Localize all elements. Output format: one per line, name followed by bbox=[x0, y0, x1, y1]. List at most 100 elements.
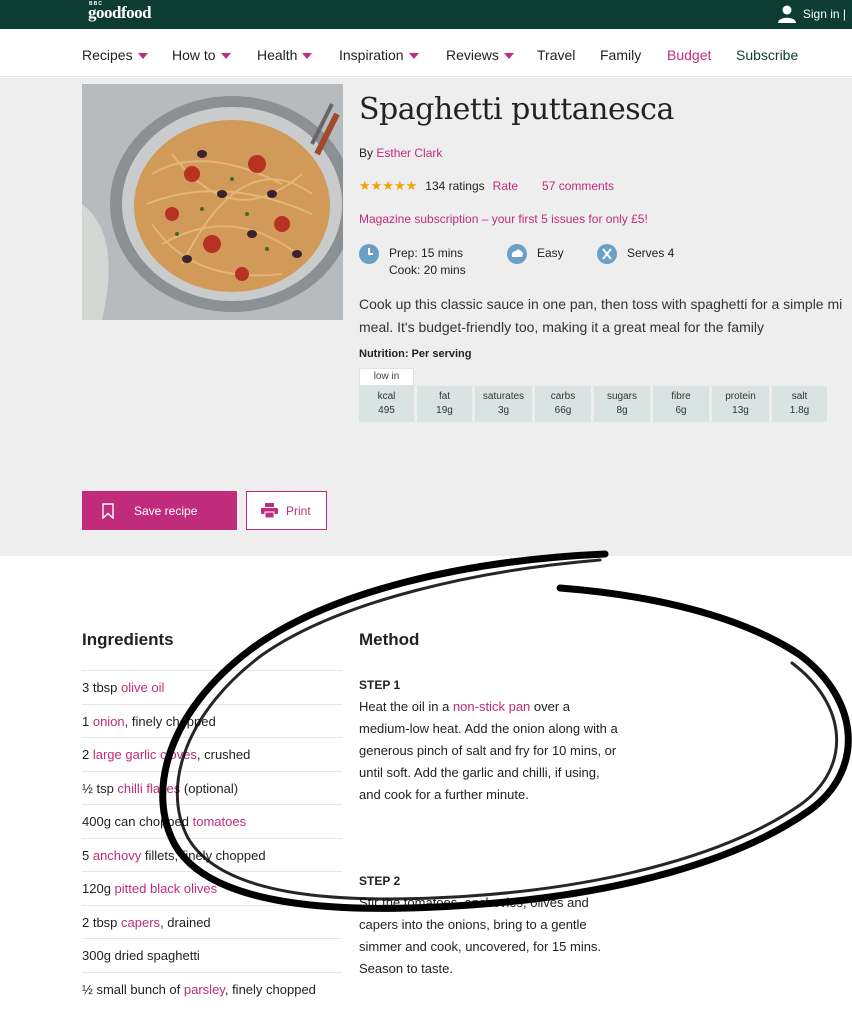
cutlery-icon bbox=[597, 244, 617, 264]
author-link[interactable]: Esther Clark bbox=[376, 146, 442, 160]
description-line: meal. It's budget-friendly too, making i… bbox=[359, 319, 764, 335]
nutrition-cell: salt 1.8g bbox=[772, 386, 827, 422]
ingredient-link[interactable]: parsley bbox=[184, 982, 225, 997]
comments-link[interactable]: 57 comments bbox=[542, 179, 614, 193]
magazine-promo-link[interactable]: Magazine subscription – your first 5 iss… bbox=[359, 212, 648, 226]
top-bar: BBC goodfood Sign in | bbox=[0, 0, 852, 29]
nav-travel[interactable]: Travel bbox=[537, 47, 575, 63]
nutrition-value: 6g bbox=[675, 405, 687, 416]
byline: By Esther Clark bbox=[359, 146, 442, 160]
non-stick-pan-link[interactable]: non-stick pan bbox=[453, 699, 530, 714]
recipe-header: Spaghetti puttanesca By Esther Clark ★★★… bbox=[0, 78, 852, 556]
ingredient-item: 3 tbsp olive oil bbox=[82, 670, 342, 704]
print-button[interactable]: Print bbox=[246, 491, 327, 530]
step-label: STEP 2 bbox=[359, 874, 401, 888]
caret-down-icon bbox=[137, 52, 148, 59]
nutrition-value: 3g bbox=[497, 405, 510, 416]
ingredient-item: ½ tsp chilli flakes (optional) bbox=[82, 770, 342, 805]
ratings-count: 134 ratings bbox=[425, 179, 485, 193]
nav-subscribe[interactable]: Subscribe bbox=[736, 47, 798, 63]
nutrition-cell: fibre 6g bbox=[653, 386, 709, 422]
nutrition-value: 66g bbox=[554, 405, 572, 416]
nav-label: Travel bbox=[537, 47, 576, 63]
ingredient-link[interactable]: capers bbox=[121, 915, 160, 930]
sign-in-label: Sign in | bbox=[802, 7, 846, 21]
ingredient-link[interactable]: olive oil bbox=[121, 680, 164, 695]
nav-budget[interactable]: Budget bbox=[667, 47, 711, 63]
save-recipe-button[interactable]: Save recipe bbox=[82, 491, 237, 530]
ingredient-item: 300g dried spaghetti bbox=[82, 938, 342, 972]
ingredient-link[interactable]: onion bbox=[93, 714, 125, 729]
nutrition-label: salt bbox=[791, 391, 808, 402]
nav-recipes[interactable]: Recipes bbox=[82, 47, 148, 63]
goodfood-logo[interactable]: BBC goodfood bbox=[88, 1, 152, 23]
main-nav: Recipes How to Health Inspiration Review… bbox=[0, 29, 852, 77]
nutrition-cell: protein 13g bbox=[712, 386, 769, 422]
ingredient-link[interactable]: pitted black olives bbox=[115, 881, 218, 896]
ingredient-link[interactable]: tomatoes bbox=[193, 814, 246, 829]
chef-hat-icon bbox=[507, 244, 527, 264]
user-icon bbox=[777, 5, 796, 23]
recipe-photo bbox=[82, 84, 343, 320]
time-info: Prep: 15 mins Cook: 20 mins bbox=[359, 244, 466, 279]
printer-icon bbox=[261, 503, 278, 518]
nutrition-label: saturates bbox=[482, 391, 525, 402]
print-label: Print bbox=[286, 503, 311, 518]
low-in-label: low in bbox=[359, 368, 414, 386]
difficulty: Easy bbox=[537, 246, 564, 260]
nav-reviews[interactable]: Reviews bbox=[446, 47, 514, 63]
ingredients-title: Ingredients bbox=[82, 630, 174, 649]
bookmark-icon bbox=[102, 502, 114, 519]
sign-in-link[interactable]: Sign in | bbox=[777, 5, 846, 23]
ingredient-item: 2 tbsp capers, drained bbox=[82, 904, 342, 939]
nav-label: Inspiration bbox=[339, 47, 404, 63]
rate-link[interactable]: Rate bbox=[493, 179, 518, 193]
step-label: STEP 1 bbox=[359, 678, 401, 692]
caret-down-icon bbox=[503, 52, 514, 59]
nav-inspiration[interactable]: Inspiration bbox=[339, 47, 419, 63]
nutrition-label: sugars bbox=[606, 391, 637, 402]
ingredient-link[interactable]: anchovy bbox=[93, 848, 141, 863]
nutrition-label: kcal bbox=[377, 391, 396, 402]
nav-label: Subscribe bbox=[736, 47, 799, 63]
servings-info: Serves 4 bbox=[597, 244, 674, 264]
method-title: Method bbox=[359, 630, 420, 649]
description-line: Cook up this classic sauce in one pan, t… bbox=[359, 296, 843, 312]
ingredient-item: 400g can chopped tomatoes bbox=[82, 804, 342, 838]
ingredients-list: 3 tbsp olive oil 1 onion, finely chopped… bbox=[82, 670, 342, 1005]
bbc-label: BBC bbox=[89, 1, 103, 7]
servings: Serves 4 bbox=[627, 246, 675, 260]
ingredient-item: 2 large garlic cloves, crushed bbox=[82, 737, 342, 771]
nutrition-label: carbs bbox=[550, 391, 576, 402]
nutrition-value: 13g bbox=[732, 405, 749, 416]
method-step-1: STEP 1 Heat the oil in a non-stick pan o… bbox=[359, 674, 619, 806]
nav-label: How to bbox=[172, 47, 216, 63]
step-text: Stir the tomatoes, anchovies, olives and… bbox=[359, 895, 602, 976]
nutrition-value: 495 bbox=[378, 405, 395, 416]
step-text: Heat the oil in a bbox=[359, 699, 453, 714]
prep-time: Prep: 15 mins bbox=[389, 246, 464, 260]
nav-label: Family bbox=[600, 47, 642, 63]
ingredient-item: 5 anchovy fillets, finely chopped bbox=[82, 837, 342, 872]
nutrition-value: 19g bbox=[436, 405, 453, 416]
rating-row: ★★★★★ 134 ratings Rate 57 comments bbox=[359, 178, 614, 194]
nutrition-label: fibre bbox=[671, 391, 691, 402]
nav-how-to[interactable]: How to bbox=[172, 47, 231, 63]
step-text: over a medium-low heat. Add the onion al… bbox=[359, 699, 618, 802]
star-rating-icon: ★★★★★ bbox=[359, 178, 418, 193]
ingredient-item: ½ small bunch of parsley, finely chopped bbox=[82, 971, 342, 1006]
nutrition-label: protein bbox=[725, 391, 756, 402]
nutrition-cell: saturates 3g bbox=[475, 386, 532, 422]
ingredient-link[interactable]: chilli flakes bbox=[117, 781, 180, 796]
recipe-title: Spaghetti puttanesca bbox=[359, 92, 674, 127]
by-label: By bbox=[359, 146, 374, 160]
ingredient-link[interactable]: large garlic cloves bbox=[93, 747, 197, 762]
caret-down-icon bbox=[302, 52, 313, 59]
nutrition-label: fat bbox=[438, 391, 451, 402]
nutrition-cell: carbs 66g bbox=[535, 386, 591, 422]
nav-label: Health bbox=[257, 47, 298, 63]
nav-label: Recipes bbox=[82, 47, 133, 63]
nav-health[interactable]: Health bbox=[257, 47, 313, 63]
caret-down-icon bbox=[408, 52, 419, 59]
nav-family[interactable]: Family bbox=[600, 47, 641, 63]
